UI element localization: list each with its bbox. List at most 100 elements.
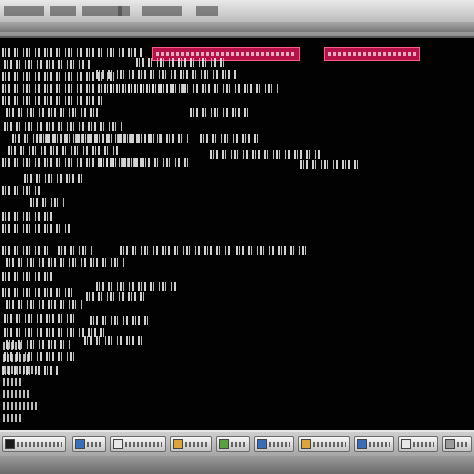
terminal-segment-glyphs — [136, 58, 226, 67]
taskbar-button[interactable] — [110, 436, 166, 452]
terminal-line — [2, 186, 42, 195]
terminal-segment-glyphs — [96, 282, 176, 291]
title-glyph — [118, 6, 130, 16]
terminal-segment-glyphs — [160, 84, 280, 93]
terminal-line-text — [6, 108, 102, 117]
terminal-segment-glyphs — [200, 134, 260, 143]
terminal-line — [8, 146, 118, 155]
terminal-segment-glyphs — [300, 160, 358, 169]
document-icon — [113, 439, 123, 449]
terminal-text-segment — [58, 246, 94, 255]
terminal-text-segment — [120, 246, 230, 255]
taskbar-button-label — [269, 442, 290, 447]
window-titlebar[interactable] — [0, 0, 474, 38]
terminal-text-segment — [300, 160, 358, 169]
terminal-line-text — [2, 186, 42, 195]
window-title — [0, 4, 474, 18]
terminal-segment-glyphs — [100, 158, 190, 167]
terminal-line — [6, 300, 82, 309]
folder-icon — [301, 439, 311, 449]
terminal-segment-glyphs — [120, 246, 230, 255]
terminal-line — [4, 314, 76, 323]
terminal-text-segment — [136, 58, 226, 67]
terminal-line — [2, 224, 70, 233]
terminal-line — [2, 48, 142, 57]
taskbar-button-label — [413, 442, 434, 447]
gutter-mark — [3, 354, 29, 362]
terminal-line — [6, 108, 102, 117]
terminal-segment-glyphs — [84, 336, 146, 345]
title-glyph — [82, 6, 122, 16]
line-gutter — [0, 338, 42, 430]
taskbar-button-label — [369, 442, 390, 447]
taskbar-button[interactable] — [354, 436, 394, 452]
terminal-line-text — [2, 212, 52, 221]
terminal-text-segment — [210, 150, 320, 159]
title-glyph — [196, 6, 218, 16]
terminal-segment-glyphs — [90, 316, 150, 325]
terminal-line — [2, 272, 56, 281]
clock-icon — [445, 439, 455, 449]
highlighted-tag-text — [328, 52, 416, 56]
terminal-line-text — [4, 314, 76, 323]
terminal-text-segment — [96, 282, 176, 291]
terminal-text-segment — [90, 316, 150, 325]
taskbar-button-label — [313, 442, 346, 447]
terminal-output[interactable] — [0, 38, 474, 430]
gutter-mark — [3, 390, 29, 398]
desktop-screen — [0, 0, 474, 474]
title-glyph — [50, 6, 76, 16]
terminal-segment-glyphs — [40, 134, 190, 143]
taskbar-button-label — [87, 442, 102, 447]
terminal-text-segment — [84, 336, 146, 345]
taskbar-button[interactable] — [170, 436, 212, 452]
taskbar-tray — [0, 456, 474, 474]
terminal-line-text — [2, 96, 106, 105]
terminal-line-text — [2, 288, 72, 297]
terminal-line-text — [2, 272, 56, 281]
window-icon — [257, 439, 267, 449]
taskbar-button[interactable] — [254, 436, 294, 452]
terminal-text-segment — [40, 134, 190, 143]
taskbar-button[interactable] — [298, 436, 350, 452]
taskbar-button[interactable] — [72, 436, 106, 452]
terminal-text-segment — [236, 246, 306, 255]
terminal-line — [2, 246, 50, 255]
highlighted-tag — [324, 47, 420, 61]
terminal-segment-glyphs — [210, 150, 320, 159]
gutter-mark — [3, 414, 21, 422]
taskbar-button[interactable] — [442, 436, 472, 452]
terminal-line — [2, 288, 72, 297]
terminal-text-segment — [200, 134, 260, 143]
terminal-segment-glyphs — [190, 108, 250, 117]
taskbar-button[interactable] — [398, 436, 438, 452]
gutter-mark — [3, 378, 21, 386]
terminal-line-text — [2, 48, 142, 57]
window-icon — [357, 439, 367, 449]
terminal-segment-glyphs — [58, 246, 94, 255]
taskbar-button-label — [185, 442, 208, 447]
terminal-line-text — [2, 224, 70, 233]
gutter-mark — [3, 366, 37, 374]
taskbar-button[interactable] — [216, 436, 250, 452]
terminal-text-segment — [86, 292, 146, 301]
taskbar-button-label — [231, 442, 246, 447]
taskbar-button-label — [457, 442, 468, 447]
gutter-mark — [3, 342, 21, 350]
taskbar-button-label — [125, 442, 162, 447]
menu-bar[interactable] — [0, 22, 474, 32]
taskbar-button-label — [17, 442, 62, 447]
terminal-line-text — [4, 60, 90, 69]
terminal-icon — [5, 439, 15, 449]
terminal-line-text — [8, 146, 118, 155]
terminal-line — [2, 96, 106, 105]
taskbar-button[interactable] — [2, 436, 66, 452]
taskbar — [0, 430, 474, 474]
window-icon — [75, 439, 85, 449]
terminal-line-text — [24, 174, 84, 183]
terminal-line — [2, 212, 52, 221]
terminal-text-segment — [96, 70, 236, 79]
highlighted-tag-text — [156, 52, 296, 56]
terminal-segment-glyphs — [96, 70, 236, 79]
terminal-line-text — [6, 258, 126, 267]
